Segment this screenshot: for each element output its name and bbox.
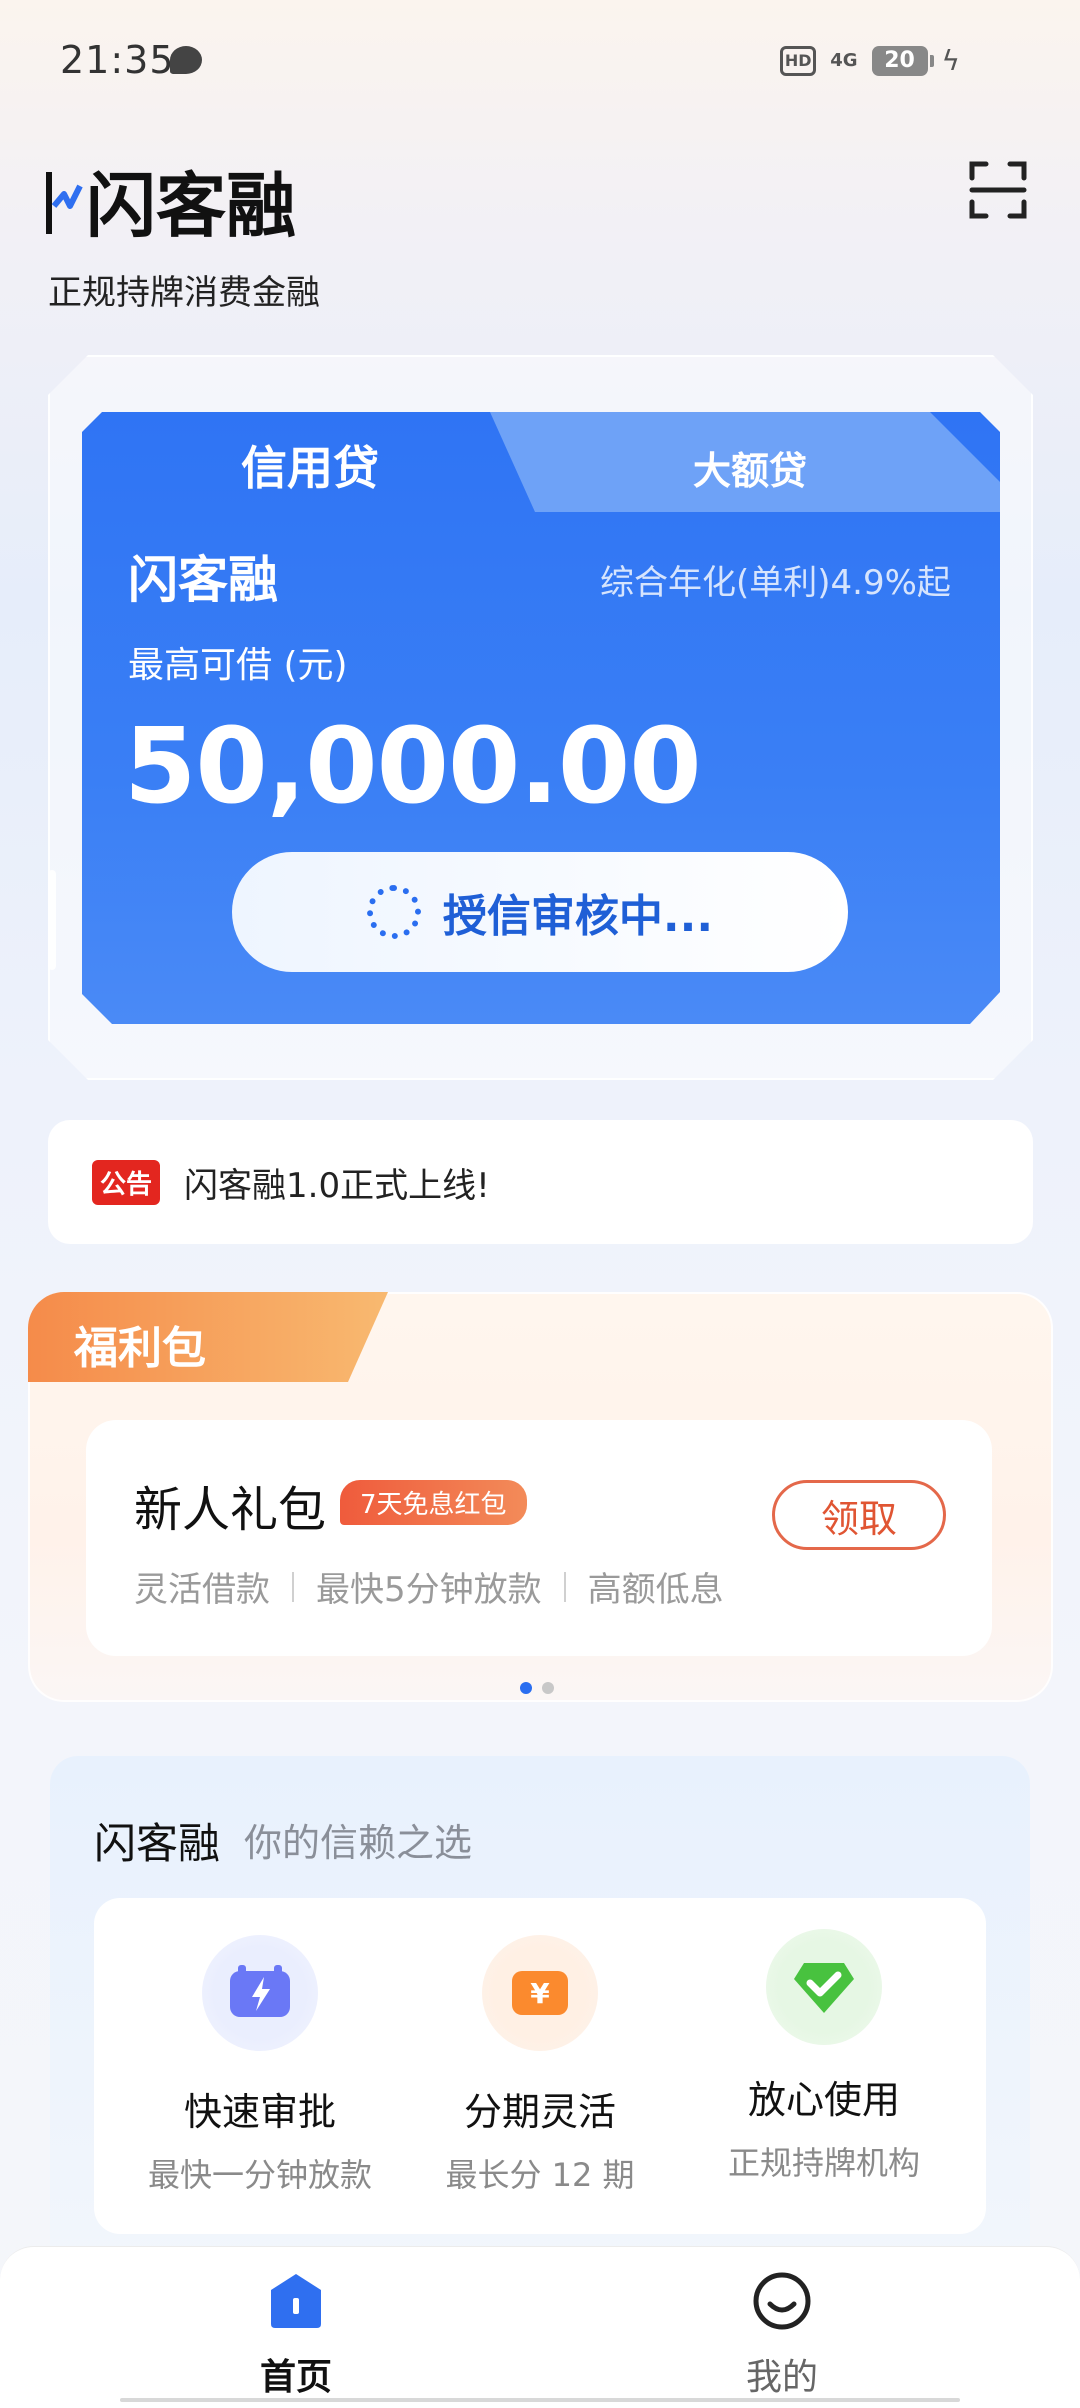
gift-features: 灵活借款 最快5分钟放款 高额低息 [134,1562,724,1611]
app-logo: 闪客融 [44,150,296,251]
svg-text:¥: ¥ [530,1977,550,2010]
logo-text: 闪客融 [86,165,296,247]
max-amount-label: 最高可借 (元) [128,645,348,686]
feature-name: 快速审批 [183,2090,336,2134]
signal-icon: 4G [830,49,858,71]
hd-icon: HD [780,45,817,76]
pager-dot-active[interactable] [520,1682,532,1694]
notice-text: 闪客融1.0正式上线! [184,1165,490,1206]
scan-icon[interactable] [968,160,1028,220]
home-icon [271,2274,321,2328]
welfare-title: 福利包 [74,1323,206,1374]
trust-title: 闪客融 [94,1819,221,1868]
trust-subtitle: 你的信赖之选 [244,1821,473,1865]
notice-bar[interactable]: 公告 闪客融1.0正式上线! [48,1120,1033,1244]
rate-text: 综合年化(单利)4.9%起 [600,563,951,603]
slogan: 正规持牌消费金融 [48,273,320,313]
yen-card-icon: ¥ [482,1935,598,2051]
nav-label: 我的 [745,2357,818,2398]
credit-review-button[interactable]: 授信审核中... [232,852,848,972]
feature-flexible-installment: ¥ 分期灵活 最长分 12 期 [410,1935,670,2196]
status-icons: HD 4G 20 ϟ [780,44,960,77]
claim-button[interactable]: 领取 [772,1480,946,1550]
feature-fast-approval: 快速审批 最快一分钟放款 [130,1935,390,2196]
gift-badge: 7天免息红包 [340,1480,527,1525]
network-type: 4G [830,49,858,71]
bottom-nav [0,2246,1080,2408]
feature-name: 分期灵活 [463,2090,616,2134]
max-amount: 50,000.00 [124,705,702,827]
tab-large-loan-label[interactable]: 大额贷 [600,440,900,495]
divider [563,1571,566,1602]
gift-feature: 灵活借款 [134,1570,270,1610]
nav-home[interactable]: 首页 [196,2270,396,2400]
carousel-pager [520,1682,554,1694]
tv-lightning-icon [202,1935,318,2051]
logo-mark-icon [46,171,83,234]
feature-desc: 最长分 12 期 [445,2156,635,2194]
feature-desc: 最快一分钟放款 [147,2156,372,2194]
side-indicator [48,870,56,970]
gift-title: 新人礼包 [134,1482,327,1538]
feature-safe-use: 放心使用 正规持牌机构 [694,1929,954,2184]
shield-check-icon [766,1929,882,2045]
home-indicator [120,2398,960,2402]
notice-tag: 公告 [92,1159,161,1205]
gift-feature: 高额低息 [587,1570,724,1610]
status-time: 21:35 [60,38,175,82]
message-icon [170,46,202,74]
tab-credit-loan[interactable]: 信用贷 [160,432,460,498]
credit-review-label: 授信审核中... [442,891,714,942]
pager-dot[interactable] [542,1682,554,1694]
smiley-icon [753,2272,811,2330]
battery-level: 20 [884,48,915,73]
charging-icon: ϟ [941,44,960,77]
battery-icon: 20 [871,45,934,76]
nav-label: 首页 [259,2357,332,2398]
gift-feature: 最快5分钟放款 [316,1570,542,1610]
nav-mine[interactable]: 我的 [682,2270,882,2400]
feature-name: 放心使用 [747,2078,900,2122]
product-name: 闪客融 [128,551,278,609]
feature-desc: 正规持牌机构 [727,2144,920,2182]
divider [292,1571,294,1602]
loading-spinner-icon [366,885,421,939]
